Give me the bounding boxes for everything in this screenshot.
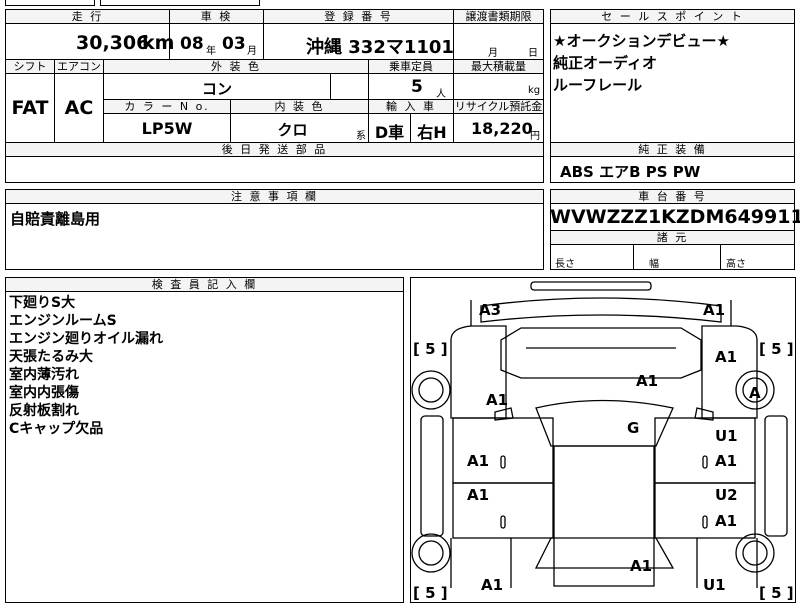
interior-color-header: 内 装 色 — [230, 99, 369, 114]
car-diagram: A3 A1 A1 A1 A1 A G U1 A1 A1 A1 U2 A1 A1 … — [410, 277, 796, 603]
grade-windshield: G — [627, 419, 640, 437]
tire-rear-left: [ 5 ] — [413, 584, 448, 602]
inspection-year-unit: 年 — [206, 46, 216, 57]
inspector-header: 検 査 員 記 入 欄 — [5, 277, 404, 292]
grade-left-rear-door: A1 — [467, 486, 490, 504]
grade-right-front-fender: A1 — [715, 348, 738, 366]
chassis-header: 車 台 番 号 — [550, 189, 795, 204]
deadline-day: 日 — [528, 48, 538, 59]
exterior-color-sub-cell — [330, 73, 369, 100]
capacity-header: 乗車定員 — [368, 59, 454, 74]
aircon-header: エアコン — [54, 59, 104, 74]
notes-text: 自賠責離島用 — [10, 210, 101, 228]
exterior-color-header: 外 装 色 — [103, 59, 369, 74]
tire-front-left: [ 5 ] — [413, 340, 448, 358]
inspector-note: エンジンルームS — [9, 313, 117, 329]
grade-left-front-fender: A1 — [486, 391, 509, 409]
inspection-month: 03 — [222, 34, 246, 54]
mileage-header: 走 行 — [5, 9, 170, 24]
accessories-header: 後 日 発 送 部 品 — [5, 142, 544, 157]
capacity-value: 5 — [411, 77, 423, 97]
inspection-month-unit: 月 — [247, 46, 257, 57]
inspector-note: 室内内張傷 — [9, 385, 79, 401]
inspection-header: 車 検 — [169, 9, 264, 24]
color-no-header: カ ラ ー N o. — [103, 99, 231, 114]
grade-right-front-door-top: U1 — [715, 427, 738, 445]
import-header: 輸 入 車 — [368, 99, 454, 114]
dim-height-label: 高さ — [726, 259, 746, 270]
dimensions-header: 諸 元 — [550, 230, 795, 245]
top-strip — [5, 0, 95, 6]
grade-front-right-corner: A1 — [703, 301, 726, 319]
grade-right-front-door: A1 — [715, 452, 738, 470]
top-strip — [100, 0, 260, 6]
mileage-value: 30,306 — [76, 32, 150, 54]
sales-point-2: 純正オーディオ — [553, 54, 657, 72]
aircon-value: AC — [64, 97, 94, 119]
inspector-note: エンジン廻りオイル漏れ — [9, 331, 163, 347]
sales-point-header: セ ー ル ス ポ イ ン ト — [550, 9, 795, 24]
inspector-note: 下廻りS大 — [9, 295, 76, 311]
interior-color-suffix: 系 — [356, 131, 366, 142]
inspection-year: 08 — [180, 34, 204, 54]
dim-width-cell — [633, 244, 721, 270]
tire-front-right: [ 5 ] — [759, 340, 794, 358]
grade-hood: A1 — [636, 372, 659, 390]
plate-number: 沖縄 332マ1101 — [306, 37, 454, 58]
deadline-month: 月 — [488, 48, 498, 59]
grade-right-front-wheel: A — [749, 384, 761, 402]
interior-color-value: クロ — [277, 121, 308, 139]
car-outline — [411, 281, 788, 588]
grade-front-left-corner: A3 — [479, 301, 502, 319]
inspector-note: 反射板割れ — [9, 403, 79, 419]
equipment-value: ABS エアB PS PW — [560, 163, 701, 181]
import-type-value: D車 — [374, 123, 405, 142]
chassis-value: WVWZZZ1KZDM649911 — [550, 206, 800, 228]
grade-right-rear-door: A1 — [715, 512, 738, 530]
grade-right-rear: U1 — [703, 576, 726, 594]
inspector-note: 天張たるみ大 — [9, 349, 93, 365]
tire-rear-right: [ 5 ] — [759, 584, 794, 602]
inspector-note: 室内薄汚れ — [9, 367, 79, 383]
inspector-notes: 下廻りS大 エンジンルームS エンジン廻りオイル漏れ 天張たるみ大 室内薄汚れ … — [9, 294, 163, 438]
shift-value: FAT — [11, 97, 49, 119]
grade-right-rear-door-top: U2 — [715, 486, 738, 504]
sales-point-1: ★オークションデビュー★ — [553, 32, 730, 50]
max-load-unit: kg — [528, 85, 541, 96]
dim-width-label: 幅 — [649, 259, 659, 270]
recycle-unit: 円 — [530, 131, 540, 142]
dim-length-label: 長さ — [555, 259, 575, 270]
color-no-value: LP5W — [141, 119, 193, 138]
registration-header: 登 録 番 号 — [263, 9, 454, 24]
max-load-header: 最大積載量 — [453, 59, 544, 74]
grade-left-rear: A1 — [481, 576, 504, 594]
sales-point-3: ルーフレール — [553, 76, 643, 94]
equipment-header: 純 正 装 備 — [550, 142, 795, 157]
inspector-note: Cキャップ欠品 — [9, 421, 104, 437]
capacity-unit: 人 — [436, 89, 446, 100]
grade-roof-rear: A1 — [630, 557, 653, 575]
accessories-cell — [5, 156, 544, 183]
recycle-header: リサイクル預託金 — [453, 99, 544, 114]
recycle-value: 18,220 — [471, 119, 533, 138]
exterior-color-value: コン — [201, 80, 232, 98]
steering-value: 右H — [417, 123, 447, 142]
shift-header: シフト — [5, 59, 55, 74]
grade-left-front-door: A1 — [467, 452, 490, 470]
notes-header: 注 意 事 項 欄 — [5, 189, 544, 204]
deadline-header: 譲渡書類期限 — [453, 9, 544, 24]
